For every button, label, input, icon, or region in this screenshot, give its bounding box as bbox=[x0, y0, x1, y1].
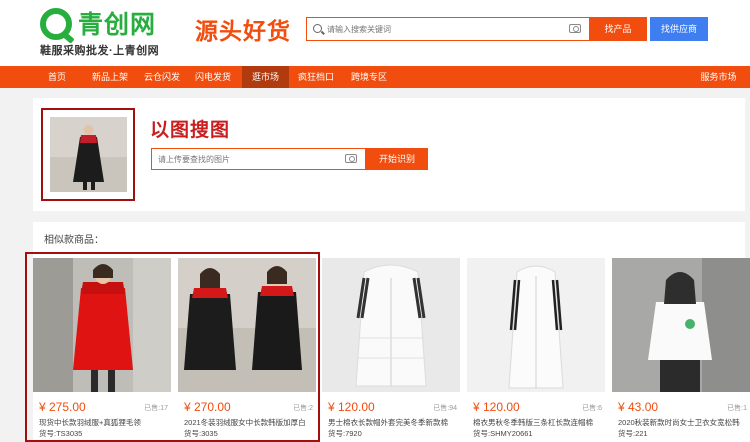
product-price: ¥ 270.00 bbox=[184, 400, 231, 414]
logo-text: 青创网 bbox=[78, 11, 157, 39]
product-image[interactable] bbox=[612, 258, 750, 392]
main-nav: 首页 新品上架 云仓闪发 闪电发货 逛市场 疯狂档口 跨境专区 服务市场 bbox=[0, 66, 750, 88]
search-box bbox=[306, 17, 590, 41]
product-sku: 货号:221 bbox=[618, 429, 648, 438]
product-card[interactable]: ¥ 43.00 已售:1 2020秋装新款时尚女士卫衣女宽松韩 货号:221 bbox=[612, 258, 750, 442]
product-card[interactable]: ¥ 120.00 已售:6 棉衣男秋冬季韩版三条杠长款连帽棉 货号:SHMY20… bbox=[467, 258, 605, 442]
nav-item-home[interactable]: 首页 bbox=[37, 66, 77, 88]
product-title[interactable]: 棉衣男秋冬季韩版三条杠长款连帽棉 bbox=[473, 417, 603, 428]
upload-camera-icon[interactable] bbox=[345, 154, 357, 163]
product-image[interactable] bbox=[322, 258, 460, 392]
product-sold-count: 已售:17 bbox=[144, 405, 168, 412]
product-sku: 货号:7920 bbox=[328, 429, 362, 438]
logo-subtitle: 鞋服采购批发·上青创网 bbox=[40, 45, 160, 57]
image-upload-box bbox=[151, 148, 366, 170]
product-sold-count: 已售:94 bbox=[433, 405, 457, 412]
page-title: 以图搜图 bbox=[150, 120, 231, 141]
nav-item-cross-border[interactable]: 跨境专区 bbox=[345, 66, 393, 88]
product-title[interactable]: 2021冬装羽绒服女中长款韩版加厚白 bbox=[184, 417, 314, 428]
product-price: ¥ 275.00 bbox=[39, 400, 86, 414]
product-title[interactable]: 男士棉衣长款帽外套完美冬季新款棉 bbox=[328, 417, 458, 428]
uploaded-image bbox=[50, 117, 127, 192]
product-sku: 货号:TS3035 bbox=[39, 429, 83, 438]
product-sold-count: 已售:1 bbox=[727, 405, 747, 412]
product-card[interactable]: ¥ 275.00 已售:17 现货中长款羽绒服+真狐狸毛领 货号:TS3035 bbox=[33, 258, 171, 442]
nav-item-crazy-stalls[interactable]: 疯狂档口 bbox=[292, 66, 340, 88]
product-image[interactable] bbox=[178, 258, 316, 392]
find-supplier-button[interactable]: 找供应商 bbox=[650, 17, 708, 41]
similar-products-label: 相似款商品： bbox=[44, 235, 104, 246]
nav-item-flash-shipping[interactable]: 闪电发货 bbox=[189, 66, 237, 88]
search-input[interactable] bbox=[327, 22, 557, 37]
image-upload-input[interactable] bbox=[158, 153, 338, 166]
product-card[interactable]: ¥ 120.00 已售:94 男士棉衣长款帽外套完美冬季新款棉 货号:7920 bbox=[322, 258, 460, 442]
start-recognize-button[interactable]: 开始识别 bbox=[366, 148, 428, 170]
search-icon bbox=[313, 24, 322, 33]
product-image[interactable] bbox=[33, 258, 171, 392]
product-title[interactable]: 2020秋装新款时尚女士卫衣女宽松韩 bbox=[618, 417, 748, 428]
camera-icon[interactable] bbox=[569, 24, 581, 33]
header: 青创网 鞋服采购批发·上青创网 源头好货 找产品 找供应商 bbox=[0, 0, 750, 66]
product-sku: 货号:3035 bbox=[184, 429, 218, 438]
find-product-button[interactable]: 找产品 bbox=[589, 17, 647, 41]
product-price: ¥ 43.00 bbox=[618, 400, 659, 414]
product-sold-count: 已售:2 bbox=[293, 405, 313, 412]
product-image[interactable] bbox=[467, 258, 605, 392]
logo-q-icon bbox=[40, 8, 72, 40]
nav-item-cloud-warehouse[interactable]: 云仓闪发 bbox=[138, 66, 186, 88]
uploaded-image-thumbnail[interactable] bbox=[41, 108, 135, 201]
product-card[interactable]: ¥ 270.00 已售:2 2021冬装羽绒服女中长款韩版加厚白 货号:3035 bbox=[178, 258, 316, 442]
nav-item-service-market[interactable]: 服务市场 bbox=[696, 66, 741, 88]
product-sold-count: 已售:6 bbox=[582, 405, 602, 412]
product-price: ¥ 120.00 bbox=[473, 400, 520, 414]
slogan: 源头好货 bbox=[195, 18, 291, 44]
product-sku: 货号:SHMY20661 bbox=[473, 429, 533, 438]
product-title[interactable]: 现货中长款羽绒服+真狐狸毛领 bbox=[39, 417, 169, 428]
site-logo[interactable]: 青创网 鞋服采购批发·上青创网 bbox=[40, 8, 170, 58]
product-price: ¥ 120.00 bbox=[328, 400, 375, 414]
nav-item-new-arrivals[interactable]: 新品上架 bbox=[85, 66, 135, 88]
nav-item-market[interactable]: 逛市场 bbox=[242, 66, 289, 88]
